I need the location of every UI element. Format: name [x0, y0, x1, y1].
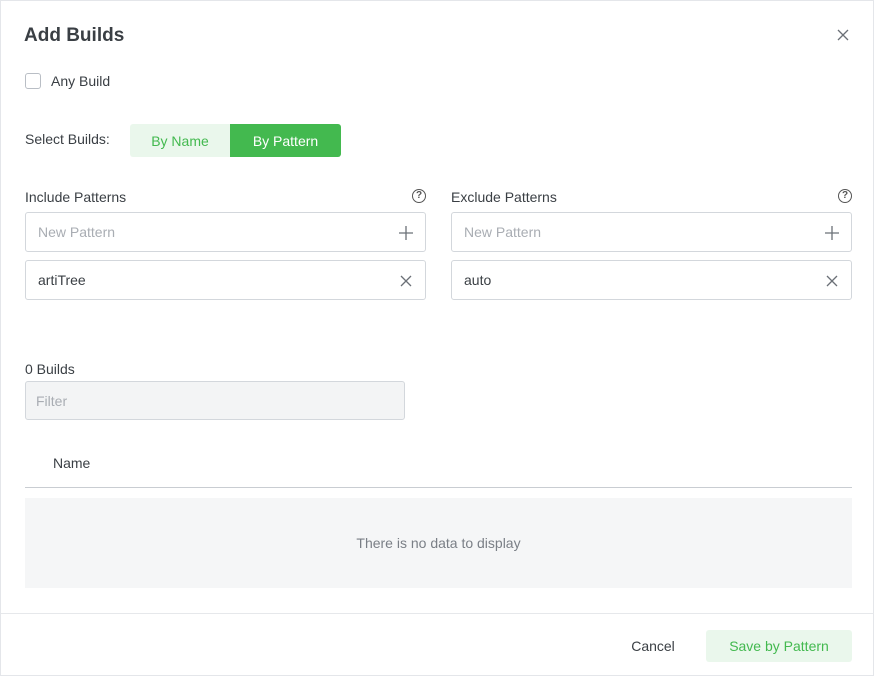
table-header-divider — [25, 487, 852, 488]
add-icon[interactable] — [823, 224, 841, 242]
empty-table-message: There is no data to display — [25, 498, 852, 588]
exclude-pattern-item: auto — [451, 260, 852, 300]
remove-icon[interactable] — [397, 272, 415, 290]
include-help-icon[interactable]: ? — [412, 189, 426, 203]
exclude-new-pattern-input[interactable] — [464, 224, 804, 240]
dialog-title: Add Builds — [24, 25, 125, 46]
exclude-pattern-value: auto — [464, 272, 492, 288]
exclude-patterns-label: Exclude Patterns — [451, 189, 557, 205]
empty-text: There is no data to display — [356, 535, 521, 551]
builds-count: 0 Builds — [25, 361, 75, 377]
any-build-checkbox[interactable] — [25, 73, 41, 89]
by-pattern-button[interactable]: By Pattern — [230, 124, 341, 157]
include-new-pattern-input[interactable] — [38, 224, 378, 240]
close-icon — [837, 29, 849, 41]
include-pattern-value: artiTree — [38, 272, 86, 288]
filter-field — [25, 381, 405, 420]
include-pattern-item: artiTree — [25, 260, 426, 300]
include-patterns-label: Include Patterns — [25, 189, 127, 205]
by-name-button[interactable]: By Name — [130, 124, 230, 157]
include-new-pattern-field — [25, 212, 426, 252]
footer-divider — [1, 613, 874, 614]
any-build-label: Any Build — [51, 73, 111, 89]
name-column-header[interactable]: Name — [53, 455, 90, 471]
exclude-new-pattern-field — [451, 212, 852, 252]
filter-input[interactable] — [36, 392, 386, 409]
any-build-checkbox-row[interactable]: Any Build — [25, 73, 110, 89]
remove-icon[interactable] — [823, 272, 841, 290]
save-by-pattern-button[interactable]: Save by Pattern — [706, 630, 852, 662]
close-button[interactable] — [833, 25, 853, 45]
select-builds-label: Select Builds: — [25, 131, 110, 147]
exclude-help-icon[interactable]: ? — [838, 189, 852, 203]
add-builds-dialog: Add Builds Any Build Select Builds: By N… — [0, 0, 874, 676]
select-builds-toggle: By Name By Pattern — [130, 124, 341, 157]
cancel-button[interactable]: Cancel — [617, 630, 689, 662]
add-icon[interactable] — [397, 224, 415, 242]
